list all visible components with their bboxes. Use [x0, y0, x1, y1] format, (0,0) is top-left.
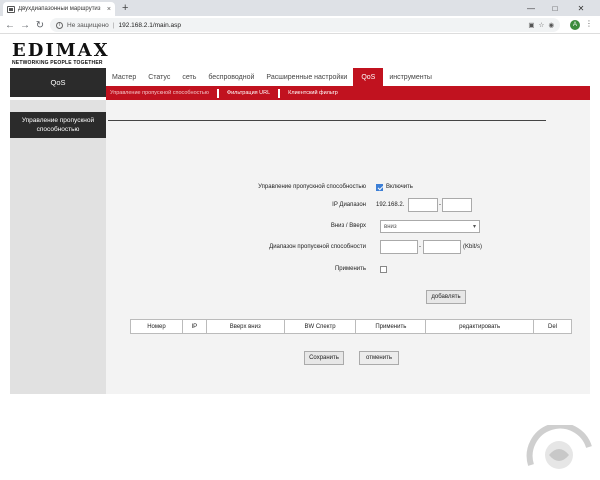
logo-brand: EDIMAX — [12, 40, 110, 61]
url-text: 192.168.2.1/main.asp — [118, 21, 182, 29]
nav-qos[interactable]: QoS — [353, 68, 384, 86]
enable-label: Включить — [386, 184, 413, 190]
col-ip: IP — [181, 319, 207, 334]
col-number: Номер — [130, 319, 183, 334]
bw-max-input[interactable] — [423, 240, 461, 254]
direction-label: Вниз / Вверх — [330, 223, 366, 229]
chevron-down-icon: ▾ — [472, 224, 476, 230]
apply-checkbox[interactable] — [380, 266, 387, 273]
bw-control-label: Управление пропускной способностью — [258, 184, 366, 190]
content-area: Управление пропускной способностью Включ… — [106, 100, 590, 394]
bookmark-star-icon[interactable]: ☆ — [539, 21, 545, 29]
left-item-bandwidth[interactable]: Управление пропускной способностью — [10, 112, 106, 138]
col-bw-range: BW Спектр — [283, 319, 357, 334]
new-tab-button[interactable]: + — [122, 2, 128, 14]
sub-nav: Управление пропускной способностью Фильт… — [106, 86, 590, 100]
section-divider — [108, 120, 546, 121]
minimize-icon[interactable]: — — [520, 0, 542, 16]
browser-menu-icon[interactable]: ⋮ — [585, 19, 593, 28]
forward-icon[interactable]: → — [19, 19, 31, 31]
tab-close-icon[interactable]: × — [107, 6, 111, 13]
edimax-logo: EDIMAX NETWORKING PEOPLE TOGETHER — [12, 40, 110, 67]
main-nav: Мастер Статус сеть беспроводной Расширен… — [106, 68, 438, 86]
col-direction: Вверх вниз — [205, 319, 285, 334]
ip-prefix: 192.168.2. — [376, 202, 405, 208]
nav-wireless[interactable]: беспроводной — [202, 68, 260, 86]
bw-dash: - — [419, 244, 421, 250]
avatar[interactable]: A — [570, 20, 580, 30]
enable-checkbox[interactable] — [376, 184, 383, 191]
security-label: Не защищено — [67, 21, 109, 29]
translate-icon[interactable]: ▣ — [528, 21, 534, 29]
url-separator: | — [112, 21, 115, 29]
browser-tab[interactable]: Двухдиапазонный маршрутиз × — [3, 2, 115, 16]
direction-value: вниз — [384, 223, 397, 230]
site-watermark-logo — [526, 425, 592, 469]
ip-dash: - — [439, 202, 441, 208]
subnav-divider — [278, 88, 281, 98]
router-page: EDIMAX NETWORKING PEOPLE TOGETHER QoS Ма… — [10, 34, 590, 394]
ip-start-input[interactable] — [408, 198, 438, 212]
subnav-divider — [216, 88, 219, 98]
subnav-bandwidth[interactable]: Управление пропускной способностью — [110, 90, 209, 96]
direction-select[interactable]: вниз ▾ — [380, 220, 480, 233]
router-favicon-icon — [7, 5, 15, 13]
bw-min-input[interactable] — [380, 240, 418, 254]
table-header-row: Номер IP Вверх вниз BW Спектр Применить … — [130, 319, 572, 334]
bw-unit: (Kbit/s) — [463, 244, 483, 250]
col-edit: редактировать — [425, 319, 535, 334]
browser-tabstrip: Двухдиапазонный маршрутиз × + — □ ✕ — [0, 0, 600, 16]
nav-advanced[interactable]: Расширенные настройки — [260, 68, 353, 86]
address-bar: ← → ↻ i Не защищено | 192.168.2.1/main.a… — [0, 16, 600, 34]
close-window-icon[interactable]: ✕ — [570, 0, 592, 16]
logo-tagline: NETWORKING PEOPLE TOGETHER — [12, 60, 103, 66]
col-delete: Del — [533, 319, 572, 334]
extension-icon[interactable]: ◉ — [548, 21, 554, 29]
rules-table: Номер IP Вверх вниз BW Спектр Применить … — [130, 319, 572, 334]
add-button[interactable]: добавлять — [426, 290, 466, 304]
nav-tools[interactable]: инструменты — [383, 68, 438, 86]
nav-wizard[interactable]: Мастер — [106, 68, 142, 86]
maximize-icon[interactable]: □ — [544, 0, 566, 16]
ip-range-label: IP Диапазон — [332, 202, 366, 208]
section-title: QoS — [10, 68, 106, 97]
left-panel: Управление пропускной способностью — [10, 100, 106, 394]
bw-range-label: Диапазон пропускной способности — [269, 244, 366, 250]
col-apply: Применить — [355, 319, 427, 334]
subnav-url-filter[interactable]: Фильтрация URL — [227, 90, 270, 96]
url-field[interactable]: i Не защищено | 192.168.2.1/main.asp ▣ ☆… — [50, 18, 560, 32]
back-icon[interactable]: ← — [4, 19, 16, 31]
reload-icon[interactable]: ↻ — [34, 19, 46, 31]
ip-end-input[interactable] — [442, 198, 472, 212]
subnav-client-filter[interactable]: Клиентский фильтр — [288, 90, 338, 96]
tab-title: Двухдиапазонный маршрутиз — [18, 6, 101, 12]
apply-label: Применить — [334, 266, 366, 272]
nav-status[interactable]: Статус — [142, 68, 176, 86]
save-button[interactable]: Сохранить — [304, 351, 344, 365]
cancel-button[interactable]: отменить — [359, 351, 399, 365]
info-icon[interactable]: i — [56, 21, 63, 29]
nav-network[interactable]: сеть — [176, 68, 202, 86]
